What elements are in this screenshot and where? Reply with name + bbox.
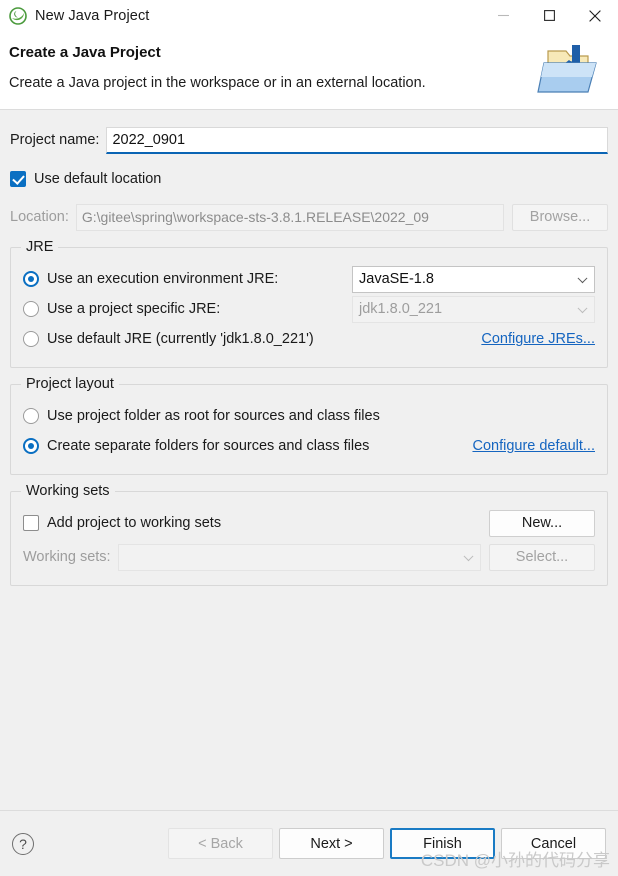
select-working-set-button[interactable]: Select...	[489, 543, 595, 571]
window-title: New Java Project	[35, 7, 150, 24]
layout-separate-folders-row[interactable]: Create separate folders for sources and …	[23, 431, 595, 461]
layout-separate-folders-label: Create separate folders for sources and …	[47, 438, 370, 454]
dialog-footer: ? < Back Next > Finish Cancel CSDN @小孙的代…	[0, 810, 618, 876]
help-icon[interactable]: ?	[12, 832, 34, 855]
jre-execution-environment-radio[interactable]	[23, 271, 39, 287]
page-subtitle: Create a Java project in the workspace o…	[9, 75, 426, 91]
add-working-sets-row[interactable]: Add project to working sets New...	[23, 508, 595, 538]
working-sets-group-title: Working sets	[21, 483, 115, 499]
close-icon[interactable]	[572, 0, 618, 31]
title-bar: New Java Project	[0, 0, 618, 31]
project-specific-jre-combo[interactable]: jdk1.8.0_221	[352, 295, 595, 323]
location-label: Location:	[10, 209, 69, 225]
project-name-label: Project name:	[10, 132, 100, 148]
window-controls	[480, 0, 618, 31]
working-sets-group: Working sets Add project to working sets…	[10, 483, 608, 586]
execution-environment-combo[interactable]: JavaSE-1.8	[352, 265, 595, 293]
cancel-button[interactable]: Cancel	[501, 828, 606, 859]
jre-default-label: Use default JRE (currently 'jdk1.8.0_221…	[47, 331, 314, 347]
project-name-input[interactable]	[106, 126, 608, 154]
jre-project-specific-radio[interactable]	[23, 301, 39, 317]
jre-execution-environment-label: Use an execution environment JRE:	[47, 271, 279, 287]
add-working-sets-checkbox[interactable]	[23, 515, 39, 531]
footer-buttons: < Back Next > Finish Cancel	[162, 828, 606, 859]
jre-default-radio[interactable]	[23, 331, 39, 347]
layout-project-folder-radio[interactable]	[23, 408, 39, 424]
dialog-body: Project name: Use default location Locat…	[0, 110, 618, 810]
jre-group-title: JRE	[21, 239, 59, 255]
working-sets-label: Working sets:	[23, 549, 111, 565]
minimize-icon[interactable]	[480, 0, 526, 31]
chevron-down-icon	[577, 273, 588, 284]
jre-project-specific-row[interactable]: Use a project specific JRE: jdk1.8.0_221	[23, 294, 595, 324]
project-layout-group-title: Project layout	[21, 376, 119, 392]
java-project-icon	[9, 6, 27, 25]
jre-default-row[interactable]: Use default JRE (currently 'jdk1.8.0_221…	[23, 324, 595, 354]
working-sets-select-row: Working sets: Select...	[23, 542, 595, 572]
finish-button[interactable]: Finish	[390, 828, 495, 859]
configure-jres-link[interactable]: Configure JREs...	[481, 331, 595, 347]
project-specific-jre-value: jdk1.8.0_221	[359, 301, 443, 317]
wizard-header: Create a Java Project Create a Java proj…	[0, 31, 618, 110]
jre-execution-environment-row[interactable]: Use an execution environment JRE: JavaSE…	[23, 264, 595, 294]
browse-button[interactable]: Browse...	[512, 203, 608, 231]
project-layout-group: Project layout Use project folder as roo…	[10, 376, 608, 475]
configure-default-link[interactable]: Configure default...	[472, 438, 595, 454]
jre-group: JRE Use an execution environment JRE: Ja…	[10, 239, 608, 368]
location-row: Location: G:\gitee\spring\workspace-sts-…	[10, 203, 608, 231]
new-working-set-button[interactable]: New...	[489, 509, 595, 537]
maximize-icon[interactable]	[526, 0, 572, 31]
layout-separate-folders-radio[interactable]	[23, 438, 39, 454]
back-button[interactable]: < Back	[168, 828, 273, 859]
chevron-down-icon	[463, 551, 474, 562]
use-default-location-checkbox[interactable]	[10, 171, 26, 187]
use-default-location-label: Use default location	[34, 171, 162, 187]
working-sets-combo[interactable]	[117, 543, 481, 571]
new-java-project-dialog: New Java Project Create a Java Project C…	[0, 0, 618, 876]
add-working-sets-label: Add project to working sets	[47, 515, 222, 531]
layout-project-folder-label: Use project folder as root for sources a…	[47, 408, 380, 424]
project-name-row: Project name:	[10, 126, 608, 154]
jre-project-specific-label: Use a project specific JRE:	[47, 301, 221, 317]
layout-project-folder-row[interactable]: Use project folder as root for sources a…	[23, 401, 595, 431]
new-java-project-folder-icon	[536, 35, 612, 101]
page-title: Create a Java Project	[9, 44, 161, 61]
chevron-down-icon	[577, 303, 588, 314]
next-button[interactable]: Next >	[279, 828, 384, 859]
execution-environment-value: JavaSE-1.8	[359, 271, 434, 287]
use-default-location-row[interactable]: Use default location	[10, 168, 608, 190]
location-input[interactable]: G:\gitee\spring\workspace-sts-3.8.1.RELE…	[75, 203, 504, 231]
